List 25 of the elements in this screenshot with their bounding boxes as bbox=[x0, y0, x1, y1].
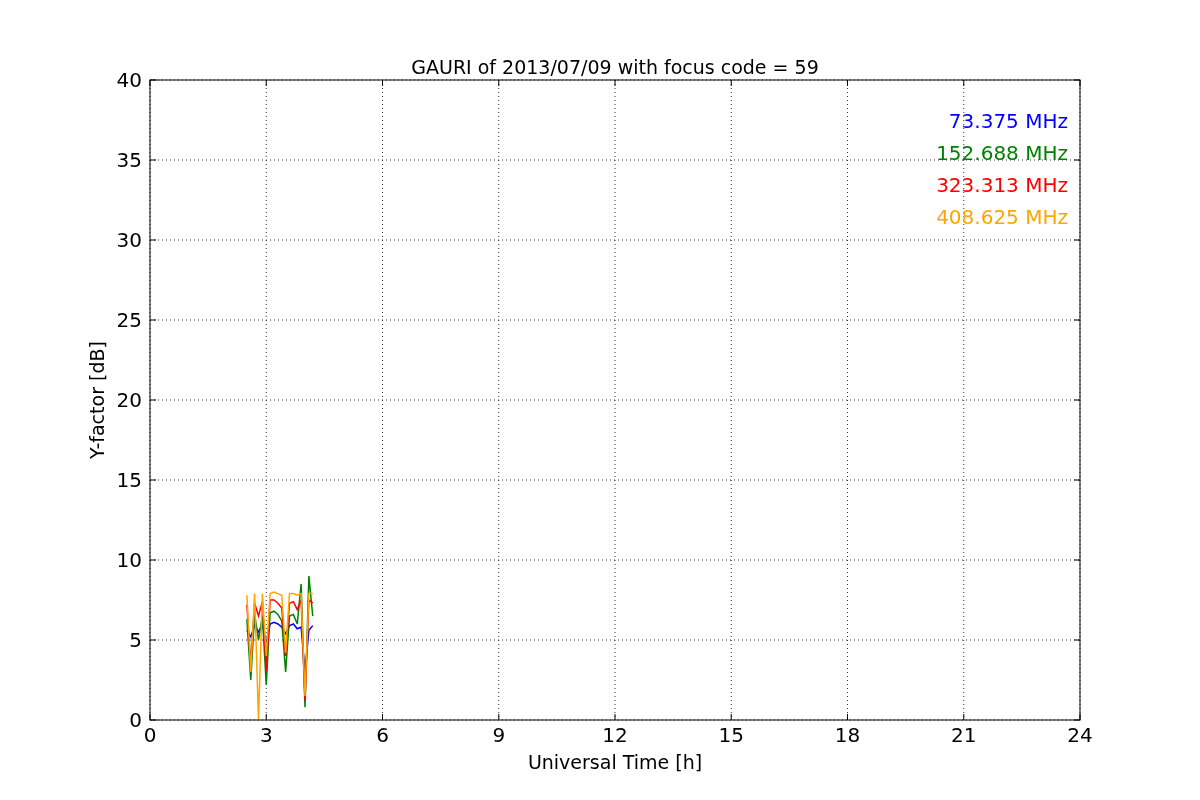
x-tick-label: 0 bbox=[143, 723, 157, 747]
x-tick-label: 9 bbox=[492, 723, 506, 747]
y-axis-label: Y-factor [dB] bbox=[86, 341, 108, 459]
y-tick-label: 0 bbox=[129, 708, 142, 732]
x-tick-label: 24 bbox=[1067, 723, 1093, 747]
x-tick-label: 3 bbox=[259, 723, 273, 747]
x-axis-label: Universal Time [h] bbox=[527, 751, 703, 773]
y-tick-label: 30 bbox=[116, 228, 142, 252]
x-tick-label: 18 bbox=[834, 723, 861, 747]
x-tick-label: 12 bbox=[602, 723, 628, 747]
y-tick-label: 15 bbox=[116, 468, 142, 492]
x-tick-label: 15 bbox=[718, 723, 744, 747]
x-tick-label: 21 bbox=[951, 723, 977, 747]
y-tick-label: 40 bbox=[116, 68, 142, 92]
x-tick-label: 6 bbox=[376, 723, 389, 747]
y-tick-label: 10 bbox=[116, 548, 142, 572]
legend-label: 408.625 MHz bbox=[936, 205, 1068, 229]
legend-label: 152.688 MHz bbox=[936, 141, 1068, 165]
y-tick-label: 20 bbox=[116, 388, 142, 412]
y-tick-label: 25 bbox=[116, 308, 142, 332]
legend-label: 73.375 MHz bbox=[948, 109, 1068, 133]
legend-label: 323.313 MHz bbox=[936, 173, 1068, 197]
chart-title: GAURI of 2013/07/09 with focus code = 59 bbox=[411, 56, 819, 78]
y-tick-label: 35 bbox=[116, 148, 142, 172]
y-tick-label: 5 bbox=[129, 628, 142, 652]
